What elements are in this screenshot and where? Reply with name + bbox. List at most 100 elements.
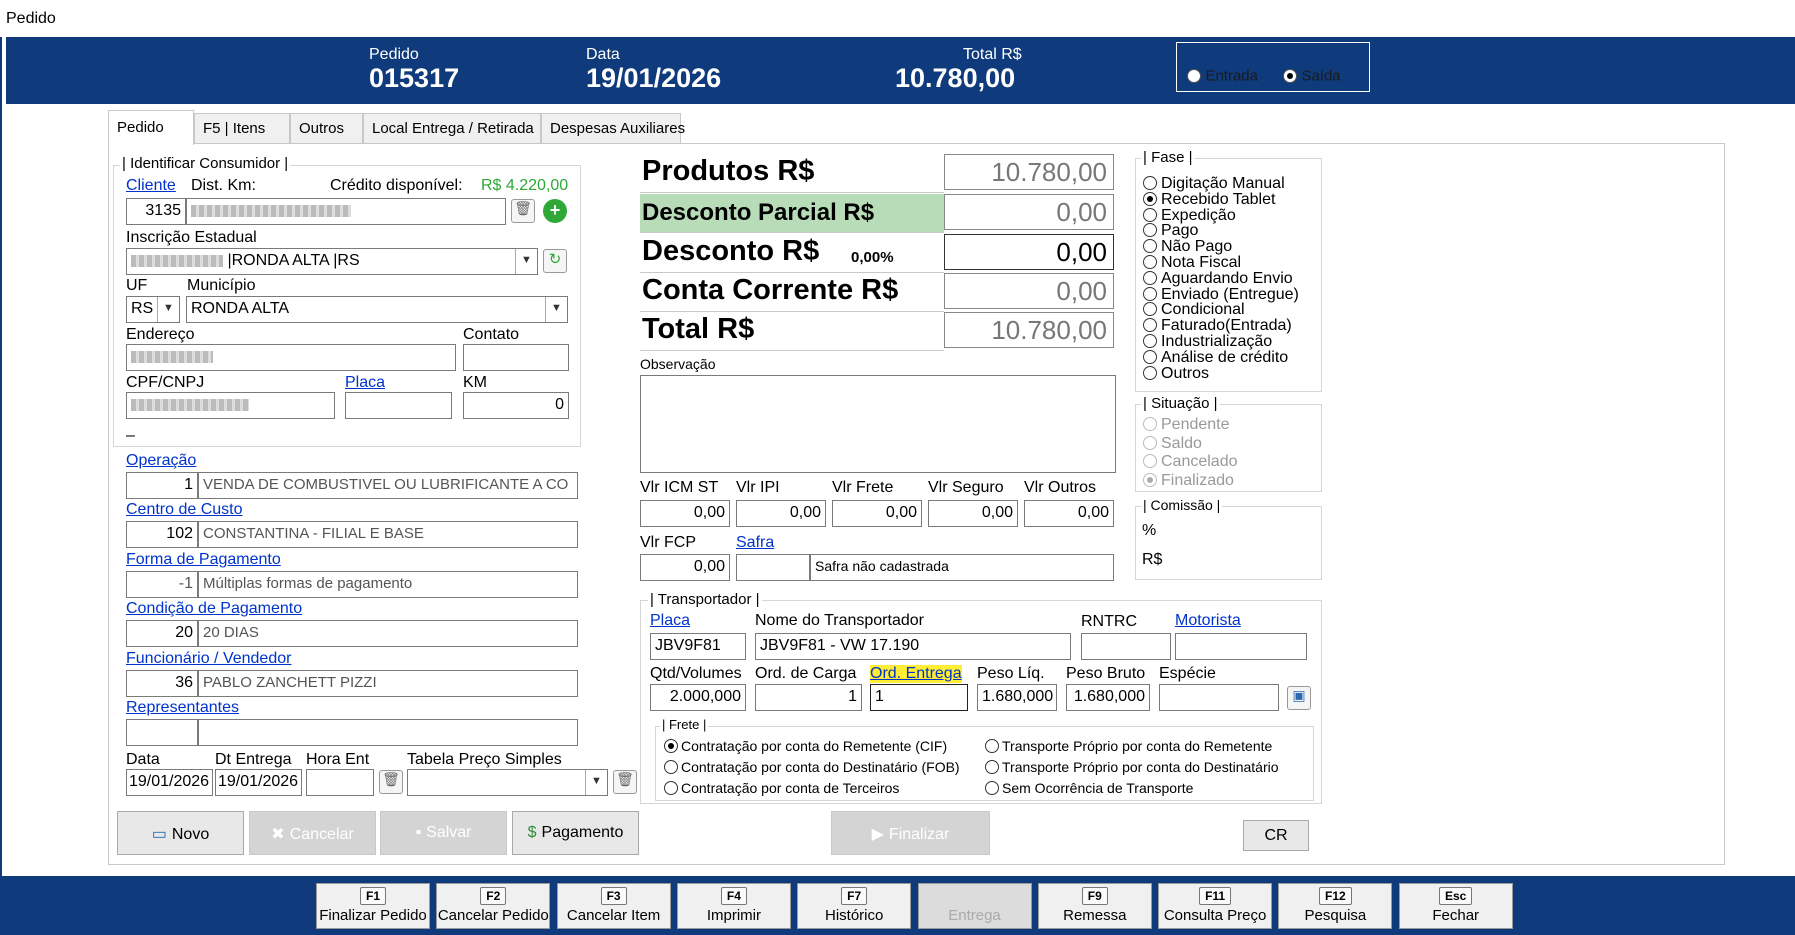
fase-option-outros[interactable]: Outros [1143,365,1209,382]
fkey-consulta-preco-button[interactable]: F11 Consulta Preço [1158,883,1273,929]
frete-option-contratacao-por-conta-de-terceiros[interactable]: Contratação por conta de Terceiros [664,780,899,796]
centro-custo-code[interactable]: 102 [126,521,198,548]
hora-ent-input[interactable] [306,769,374,796]
salvar-button[interactable]: ▪ Salvar [380,811,507,855]
transp-placa-link[interactable]: Placa [650,612,690,630]
funcionario-code[interactable]: 36 [126,670,198,697]
frete-option-transporte-proprio-por-conta-do-remetente[interactable]: Transporte Próprio por conta do Remetent… [985,738,1272,754]
desconto-input[interactable]: 0,00 [944,234,1114,270]
cliente-code-input[interactable]: 3135 [126,198,186,225]
finalizar-button[interactable]: ▶ Finalizar [831,811,990,855]
rntrc-input[interactable] [1081,633,1171,660]
centro-custo-link[interactable]: Centro de Custo [126,501,243,519]
ord-carga-input[interactable]: 1 [755,684,862,711]
fase-option-expedicao[interactable]: Expedição [1143,207,1236,224]
fkey-cancelar-pedido-button[interactable]: F2 Cancelar Pedido [436,883,551,929]
tab-despesas[interactable]: Despesas Auxiliares [541,113,685,144]
fkey-imprimir-button[interactable]: F4 Imprimir [676,883,791,929]
trash-icon[interactable]: 🗑 [613,770,637,794]
frete-option-contratacao-por-conta-do-remetente-cif[interactable]: Contratação por conta do Remetente (CIF) [664,738,947,754]
fkey-historico-button[interactable]: F7 Histórico [797,883,912,929]
refresh-icon[interactable]: ↻ [543,249,567,273]
cliente-name-input[interactable] [186,198,506,225]
cancelar-button[interactable]: ✖ Cancelar [249,811,376,855]
motorista-link[interactable]: Motorista [1175,612,1241,630]
tab-local-entrega[interactable]: Local Entrega / Retirada [363,113,541,144]
ord-entrega-label[interactable]: Ord. Entrega [870,665,962,683]
representantes-link[interactable]: Representantes [126,699,239,717]
seguro-input[interactable]: 0,00 [928,500,1018,527]
fase-option-nao-pago[interactable]: Não Pago [1143,239,1232,255]
trash-icon[interactable]: 🗑 [379,770,403,794]
funcionario-link[interactable]: Funcionário / Vendedor [126,650,291,668]
fase-option-condicional[interactable]: Condicional [1143,302,1245,318]
fase-option-faturado-entrada[interactable]: Faturado(Entrada) [1143,318,1292,334]
fase-option-nota-fiscal[interactable]: Nota Fiscal [1143,255,1241,271]
fase-option-aguardando-envio[interactable]: Aguardando Envio [1143,270,1293,287]
fkey-cancelar-item-button[interactable]: F3 Cancelar Item [556,883,671,929]
peso-bruto-input[interactable]: 1.680,000 [1066,684,1150,711]
uf-select[interactable]: RS ▼ [126,296,180,323]
forma-pagamento-code[interactable]: -1 [126,571,198,598]
tab-pedido[interactable]: Pedido [108,110,194,145]
fkey-finalizar-pedido-button[interactable]: F1 Finalizar Pedido [316,883,430,929]
frete-option-sem-ocorrencia-de-transporte[interactable]: Sem Ocorrência de Transporte [985,780,1193,796]
frete-option-transporte-proprio-por-conta-do-destinatario[interactable]: Transporte Próprio por conta do Destinat… [985,759,1279,775]
condicao-pagamento-link[interactable]: Condição de Pagamento [126,600,302,618]
data-input[interactable]: 19/01/2026 [126,769,213,796]
cr-button[interactable]: CR [1243,820,1309,851]
dt-entrega-input[interactable]: 19/01/2026 [215,769,302,796]
trash-icon[interactable]: 🗑 [511,199,535,223]
qtd-volumes-input[interactable]: 2.000,000 [650,684,746,711]
fase-option-recebido-tablet[interactable]: Recebido Tablet [1143,191,1275,208]
fkey-remessa-button[interactable]: F9 Remessa [1037,883,1152,929]
fkey-entrega-button[interactable]: Entrega [917,883,1032,929]
endereco-input[interactable] [126,344,456,371]
fkey-pesquisa-button[interactable]: F12 Pesquisa [1278,883,1393,929]
peso-liq-input[interactable]: 1.680,000 [977,684,1057,711]
placa-link[interactable]: Placa [345,374,385,392]
tab-outros[interactable]: Outros [290,113,363,144]
km-input[interactable]: 0 [463,392,569,419]
cliente-link[interactable]: Cliente [126,177,176,195]
fase-option-enviado-entregue[interactable]: Enviado (Entregue) [1143,286,1299,303]
desconto-parcial-input[interactable]: 0,00 [944,194,1114,230]
forma-pagamento-link[interactable]: Forma de Pagamento [126,551,281,569]
transp-placa-input[interactable]: JBV9F81 [650,633,746,660]
condicao-code[interactable]: 20 [126,620,198,647]
ord-entrega-input[interactable]: 1 [870,684,968,711]
ipi-input[interactable]: 0,00 [736,500,826,527]
fase-option-industrializacao[interactable]: Industrialização [1143,334,1272,350]
entrada-radio[interactable]: Entrada [1187,67,1258,85]
tabela-preco-select[interactable]: ▼ [407,769,608,796]
calendar-add-icon[interactable]: ▣ [1287,686,1311,710]
icm-st-input[interactable]: 0,00 [640,500,730,527]
especie-input[interactable] [1159,684,1279,711]
add-icon[interactable]: + [543,199,567,223]
safra-code[interactable] [736,554,810,581]
fase-option-analise-de-credito[interactable]: Análise de crédito [1143,349,1288,366]
operacao-link[interactable]: Operação [126,452,196,470]
tab-itens[interactable]: F5 | Itens [194,113,290,144]
saida-radio[interactable]: Saída [1283,67,1341,85]
observacao-textarea[interactable] [640,375,1116,473]
frete-option-contratacao-por-conta-do-destinatario-fob[interactable]: Contratação por conta do Destinatário (F… [664,759,960,775]
municipio-select[interactable]: RONDA ALTA ▼ [186,296,568,323]
operacao-code[interactable]: 1 [126,472,198,499]
outros-input[interactable]: 0,00 [1024,500,1114,527]
ie-select[interactable]: |RONDA ALTA |RS ▼ [126,248,538,275]
representantes-code[interactable] [126,719,198,746]
cpf-input[interactable] [126,392,335,419]
safra-link[interactable]: Safra [736,534,774,552]
transp-nome-input[interactable]: JBV9F81 - VW 17.190 [755,633,1071,660]
pagamento-button[interactable]: $ Pagamento [512,811,639,855]
contato-input[interactable] [463,344,569,371]
motorista-input[interactable] [1175,633,1307,660]
frete-input[interactable]: 0,00 [832,500,922,527]
fcp-input[interactable]: 0,00 [640,554,730,581]
placa-input[interactable] [345,392,452,419]
fase-option-pago[interactable]: Pago [1143,223,1198,239]
fase-option-digitacao-manual[interactable]: Digitação Manual [1143,176,1285,192]
novo-button[interactable]: ▭ Novo [117,811,244,855]
fkey-fechar-button[interactable]: Esc Fechar [1398,883,1513,929]
